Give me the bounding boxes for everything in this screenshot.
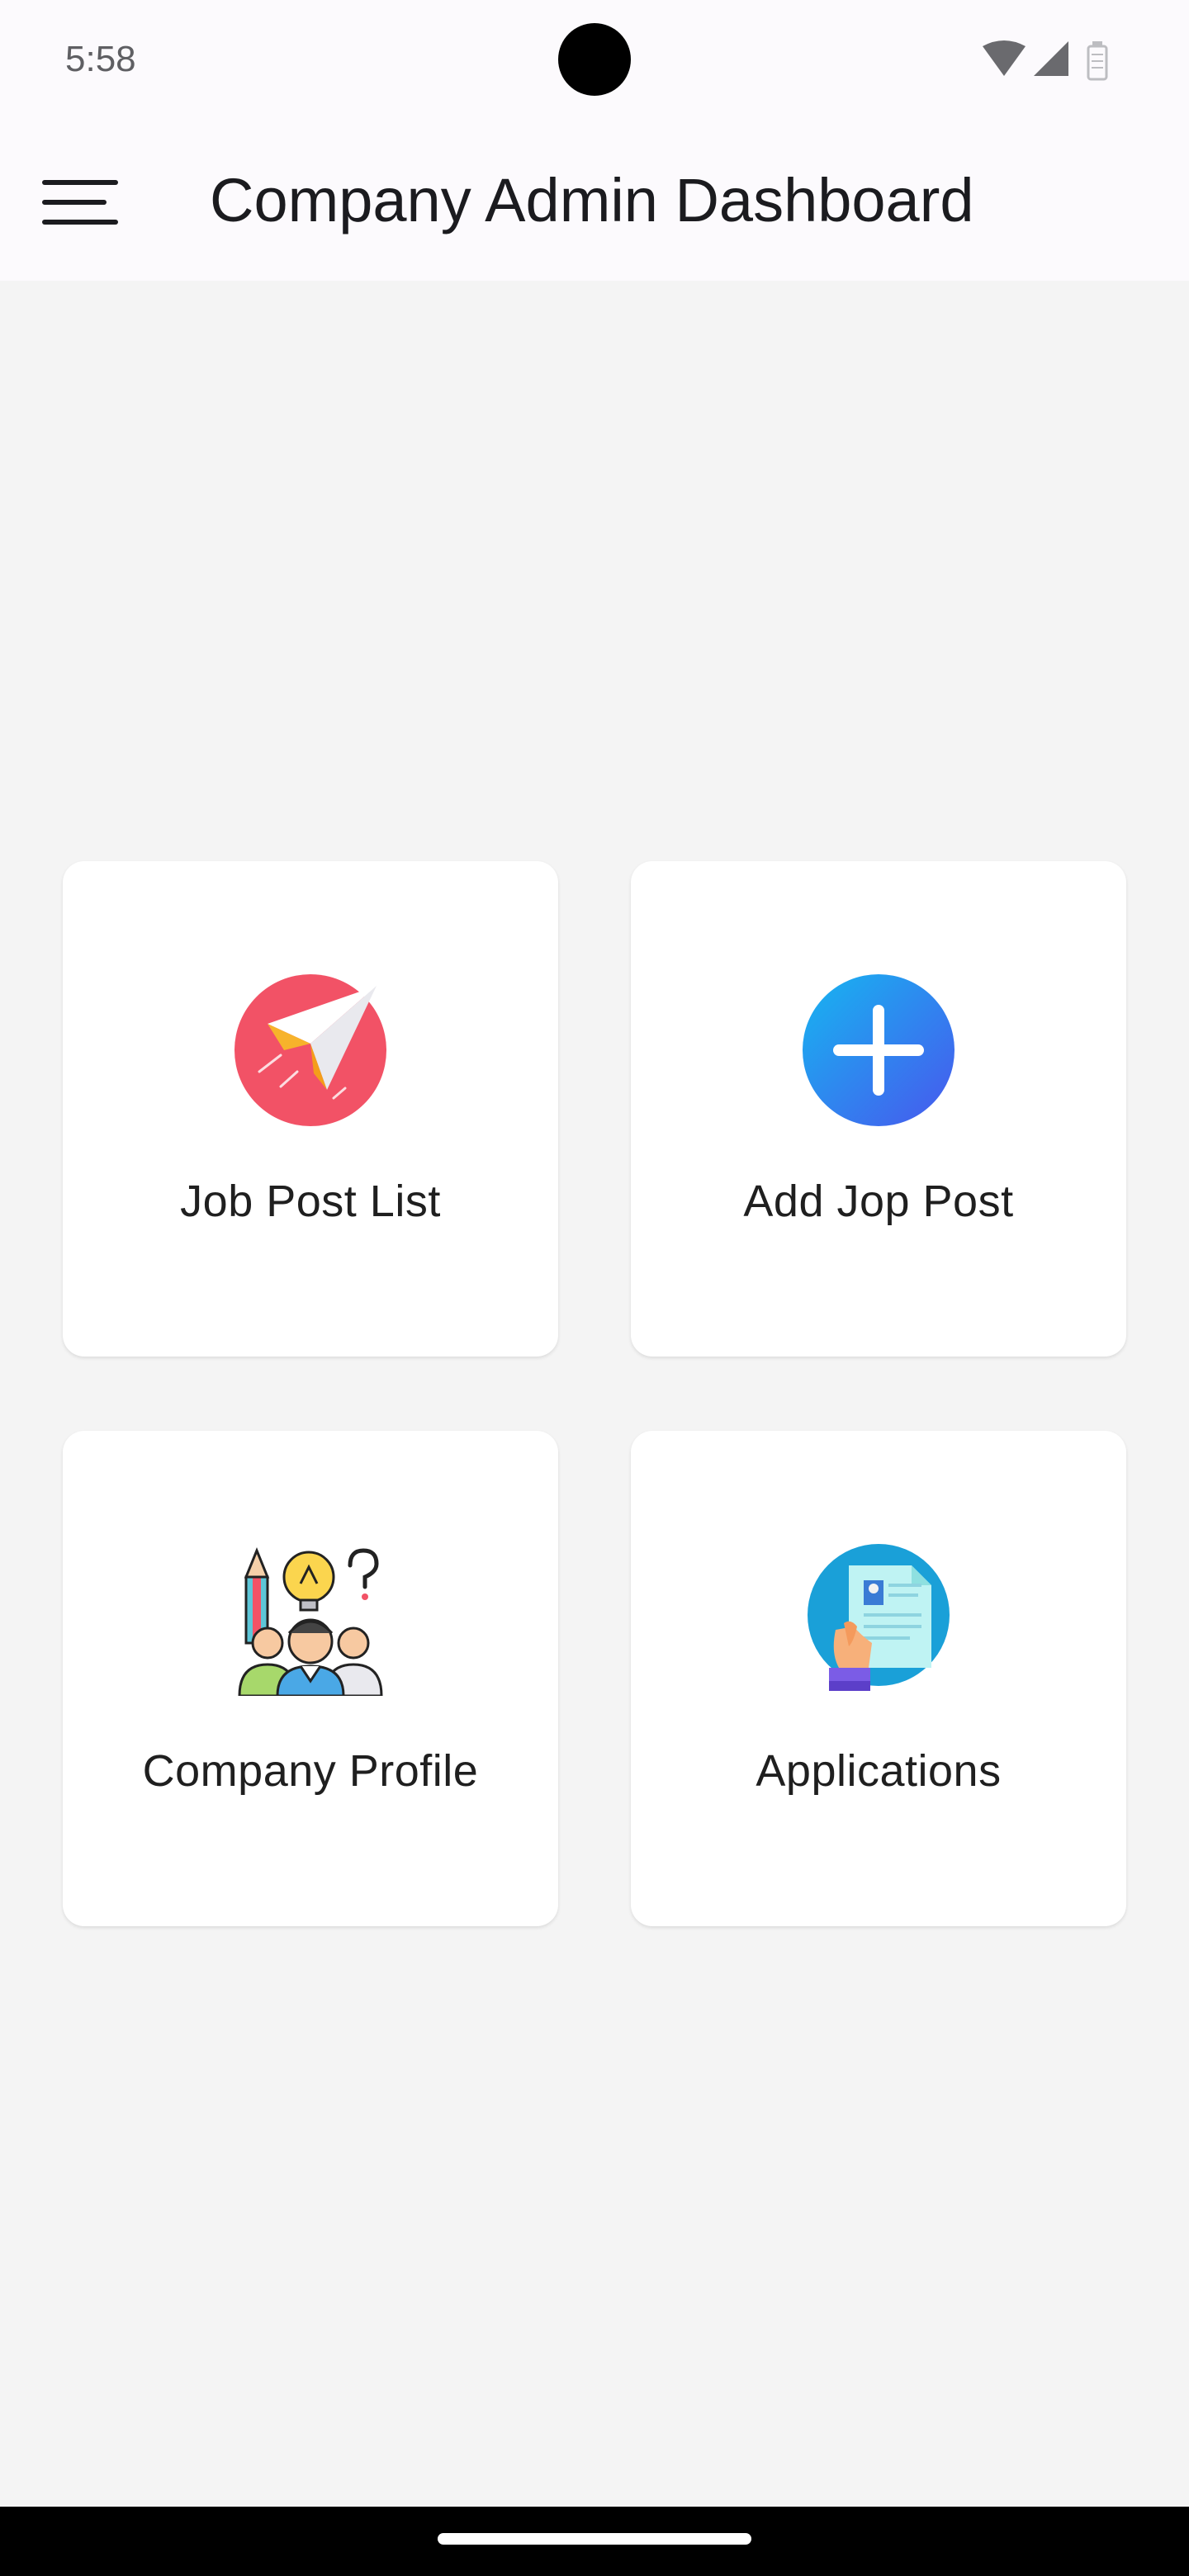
card-label: Add Jop Post (743, 1177, 1014, 1226)
job-post-list-card[interactable]: Job Post List (63, 861, 558, 1357)
home-gesture-handle[interactable] (438, 2533, 751, 2545)
status-icons (979, 38, 1120, 83)
menu-button[interactable] (31, 166, 124, 239)
team-ideas-icon (234, 1544, 386, 1698)
card-label: Applications (756, 1746, 1002, 1796)
paper-plane-icon (234, 974, 386, 1126)
camera-cutout (558, 23, 631, 96)
company-profile-card[interactable]: Company Profile (63, 1431, 558, 1926)
page-title: Company Admin Dashboard (210, 166, 974, 234)
card-label: Company Profile (142, 1746, 479, 1796)
cellular-signal-icon (1034, 41, 1068, 76)
add-circle-icon (803, 974, 955, 1126)
system-navigation-bar (0, 2507, 1189, 2576)
status-time: 5:58 (65, 39, 136, 79)
card-label: Job Post List (180, 1177, 441, 1226)
add-job-post-card[interactable]: Add Jop Post (631, 861, 1126, 1357)
app-bar: Company Admin Dashboard (0, 120, 1189, 281)
wifi-icon (983, 40, 1026, 76)
dashboard-grid: Job Post List Add Jop Post Company Profi… (63, 861, 1128, 1926)
hamburger-menu-icon (42, 180, 118, 225)
status-bar: 5:58 (0, 0, 1189, 120)
applications-card[interactable]: Applications (631, 1431, 1126, 1926)
battery-icon (1087, 41, 1108, 81)
resume-in-hand-icon (803, 1544, 955, 1696)
